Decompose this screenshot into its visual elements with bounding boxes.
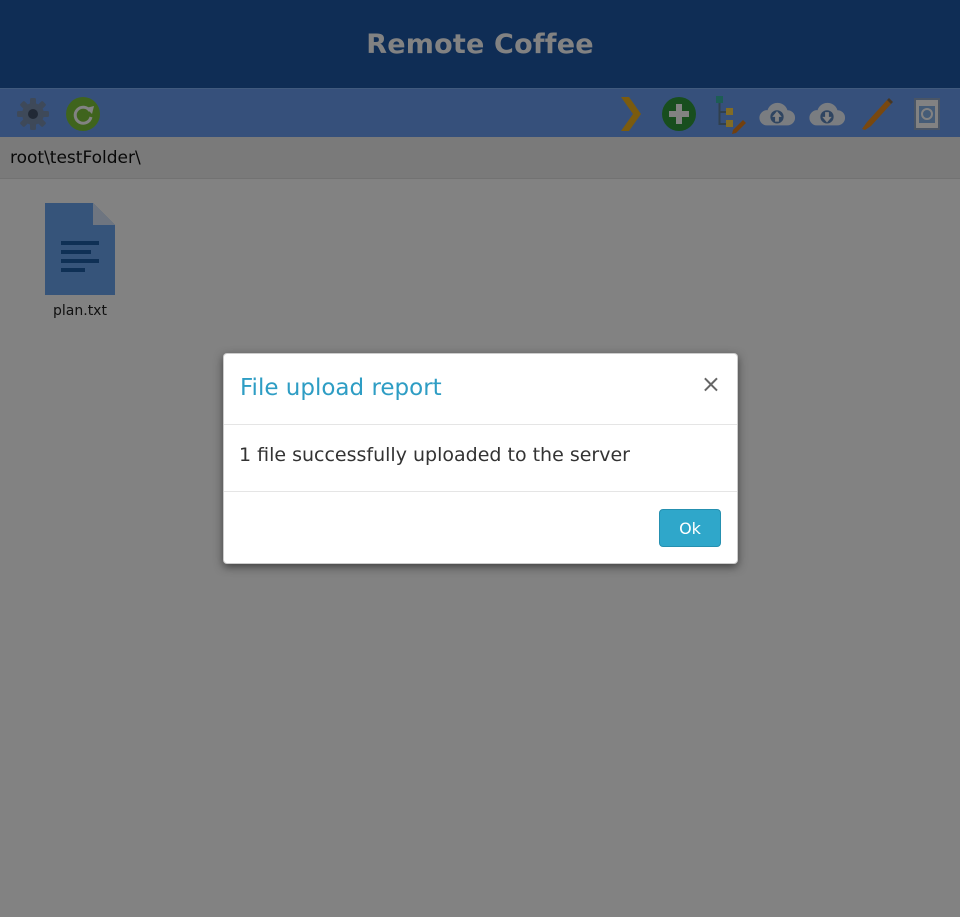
dialog-footer: Ok bbox=[224, 492, 737, 565]
dialog-body: 1 file successfully uploaded to the serv… bbox=[224, 425, 737, 492]
dialog-header: File upload report × bbox=[224, 354, 737, 425]
dialog-message: 1 file successfully uploaded to the serv… bbox=[239, 444, 630, 466]
dialog-title: File upload report bbox=[240, 375, 442, 401]
upload-report-dialog: File upload report × 1 file successfully… bbox=[223, 353, 738, 564]
ok-button[interactable]: Ok bbox=[659, 509, 721, 547]
close-icon[interactable]: × bbox=[701, 372, 721, 396]
